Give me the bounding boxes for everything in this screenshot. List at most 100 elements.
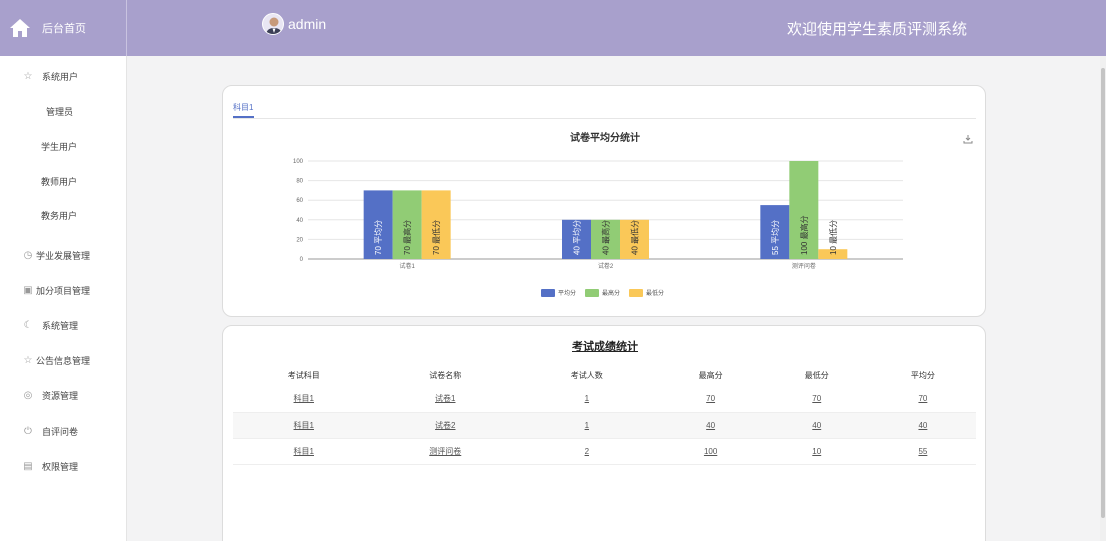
y-tick-label: 100 [293, 159, 304, 165]
sidebar-item-label: 系统管理 [42, 320, 79, 331]
sidebar-item-label: 教师用户 [41, 176, 78, 187]
sidebar-item-label: 加分项目管理 [36, 285, 91, 296]
sidebar-item-self-assessment[interactable]: ⏻ 自评问卷 [22, 421, 78, 441]
sidebar-item-label: 自评问卷 [42, 426, 79, 437]
tab-subject[interactable]: 科目1 [233, 102, 253, 113]
column-header: 平均分 [910, 370, 935, 380]
table-title: 考试成绩统计 [572, 341, 638, 353]
x-tick-label: 测评问卷 [792, 262, 816, 270]
y-tick-label: 80 [296, 179, 303, 185]
legend-label: 最高分 [602, 289, 620, 297]
scores-table: 考试科目 试卷名称 考试人数 最高分 最低分 平均分 科目1 试卷1 1 70 … [233, 364, 976, 465]
top-header: 后台首页 admin 欢迎使用学生素质评测系统 [0, 0, 1106, 56]
table-cell[interactable]: 40 [869, 412, 976, 439]
table-cell[interactable]: 70 [657, 386, 764, 413]
table-cell[interactable]: 10 [763, 438, 870, 465]
table-cell[interactable]: 科目1 [233, 412, 375, 439]
sidebar-item-label: 管理员 [46, 106, 74, 117]
data-label: 70 平均分 [373, 220, 383, 255]
table-cell[interactable]: 1 [516, 412, 658, 439]
chart-card: 科目1 试卷平均分统计 0 20 40 60 80 100 试卷1 70 平均分 70 最高分 7… [222, 85, 986, 317]
sidebar-item-resources[interactable]: ◎ 资源管理 [22, 385, 78, 405]
column-header: 试卷名称 [429, 370, 462, 380]
table-cell[interactable]: 科目1 [233, 386, 375, 413]
home-link[interactable]: 后台首页 [0, 0, 127, 56]
y-tick-label: 40 [296, 218, 303, 224]
sidebar: ☆ 系统用户 管理员 学生用户 教师用户 教务用户 ◷ 学业发展管理 ▣ 加分项… [0, 56, 127, 541]
home-label: 后台首页 [42, 23, 86, 35]
column-header: 最低分 [804, 370, 829, 380]
welcome-text: 欢迎使用学生素质评测系统 [787, 21, 968, 38]
data-label: 70 最高分 [402, 220, 412, 255]
bar-chart: 0 20 40 60 80 100 试卷1 70 平均分 70 最高分 70 最低分试卷2 40 平… [293, 159, 903, 297]
image-icon: ▤ [23, 460, 33, 472]
table-cell[interactable]: 1 [516, 386, 658, 413]
table-header-row: 考试科目 试卷名称 考试人数 最高分 最低分 平均分 [233, 364, 976, 386]
sidebar-item-announcements[interactable]: ☆ 公告信息管理 [22, 350, 91, 370]
table-cell[interactable]: 100 [657, 438, 764, 465]
table-cell[interactable]: 测评问卷 [374, 438, 517, 465]
compass-icon: ◎ [23, 389, 33, 401]
sidebar-item-permissions[interactable]: ▤ 权限管理 [22, 456, 78, 476]
sidebar-item-label: 系统用户 [42, 71, 79, 82]
sidebar-item-label: 公告信息管理 [36, 355, 91, 366]
sidebar-item-teacher-users[interactable]: 教师用户 [41, 171, 77, 191]
table-cell[interactable]: 40 [657, 412, 764, 439]
user-menu[interactable]: admin [262, 13, 326, 35]
sidebar-item-label: 教务用户 [41, 210, 78, 221]
table-cell[interactable]: 2 [516, 438, 658, 465]
page-scrollbar[interactable] [1100, 56, 1106, 541]
legend-swatch [585, 289, 599, 297]
table-cell[interactable]: 55 [869, 438, 976, 465]
column-header: 最高分 [698, 370, 723, 380]
data-label: 10 最低分 [828, 220, 838, 255]
sidebar-item-label: 权限管理 [42, 461, 79, 472]
star-outline-icon: ☆ [23, 70, 33, 82]
legend-swatch [629, 289, 643, 297]
sidebar-item-label: 资源管理 [42, 390, 79, 401]
sidebar-item-label: 学生用户 [41, 141, 78, 152]
data-label: 55 平均分 [770, 220, 780, 255]
table-cell[interactable]: 40 [763, 412, 870, 439]
data-label: 40 平均分 [572, 220, 582, 255]
x-tick-label: 试卷1 [399, 262, 415, 270]
scrollbar-thumb[interactable] [1101, 68, 1105, 518]
data-label: 40 最低分 [630, 220, 640, 255]
tab-divider [233, 118, 976, 119]
data-label: 100 最高分 [799, 215, 809, 255]
y-tick-label: 20 [296, 237, 303, 243]
user-name: admin [288, 16, 327, 32]
column-header: 考试人数 [570, 370, 603, 380]
clock-icon: ◷ [23, 249, 33, 261]
avatar [262, 13, 284, 35]
calendar-icon: ▣ [23, 284, 33, 296]
sidebar-item-admin[interactable]: 管理员 [46, 101, 73, 121]
chart-title: 试卷平均分统计 [570, 133, 640, 144]
x-tick-label: 试卷2 [598, 262, 614, 270]
sidebar-item-student-users[interactable]: 学生用户 [41, 136, 77, 156]
sidebar-item-label: 学业发展管理 [36, 250, 91, 261]
table-row: 科目1 试卷2 1 40 40 40 [233, 412, 976, 439]
moon-icon: ☾ [23, 319, 33, 331]
home-icon [8, 17, 32, 39]
table-cell[interactable]: 科目1 [233, 438, 375, 465]
table-cell[interactable]: 试卷2 [374, 412, 517, 439]
legend-label: 平均分 [558, 289, 576, 297]
sidebar-item-academic-users[interactable]: 教务用户 [41, 205, 77, 225]
legend-label: 最低分 [646, 289, 664, 297]
data-label: 70 最低分 [431, 220, 441, 255]
sidebar-item-system-users[interactable]: ☆ 系统用户 [22, 66, 79, 86]
download-icon[interactable] [963, 131, 973, 144]
data-label: 40 最高分 [601, 220, 611, 255]
table-row: 科目1 试卷1 1 70 70 70 [233, 386, 976, 413]
legend-swatch [541, 289, 555, 297]
table-cell[interactable]: 70 [869, 386, 976, 413]
power-icon: ⏻ [24, 425, 32, 437]
sidebar-item-academic-development[interactable]: ◷ 学业发展管理 [22, 245, 90, 265]
table-row: 科目1 测评问卷 2 100 10 55 [233, 438, 976, 465]
y-tick-label: 0 [300, 257, 304, 263]
sidebar-item-system-management[interactable]: ☾ 系统管理 [22, 315, 79, 335]
sidebar-item-bonus-projects[interactable]: ▣ 加分项目管理 [22, 280, 90, 300]
table-cell[interactable]: 试卷1 [374, 386, 517, 413]
table-cell[interactable]: 70 [763, 386, 870, 413]
